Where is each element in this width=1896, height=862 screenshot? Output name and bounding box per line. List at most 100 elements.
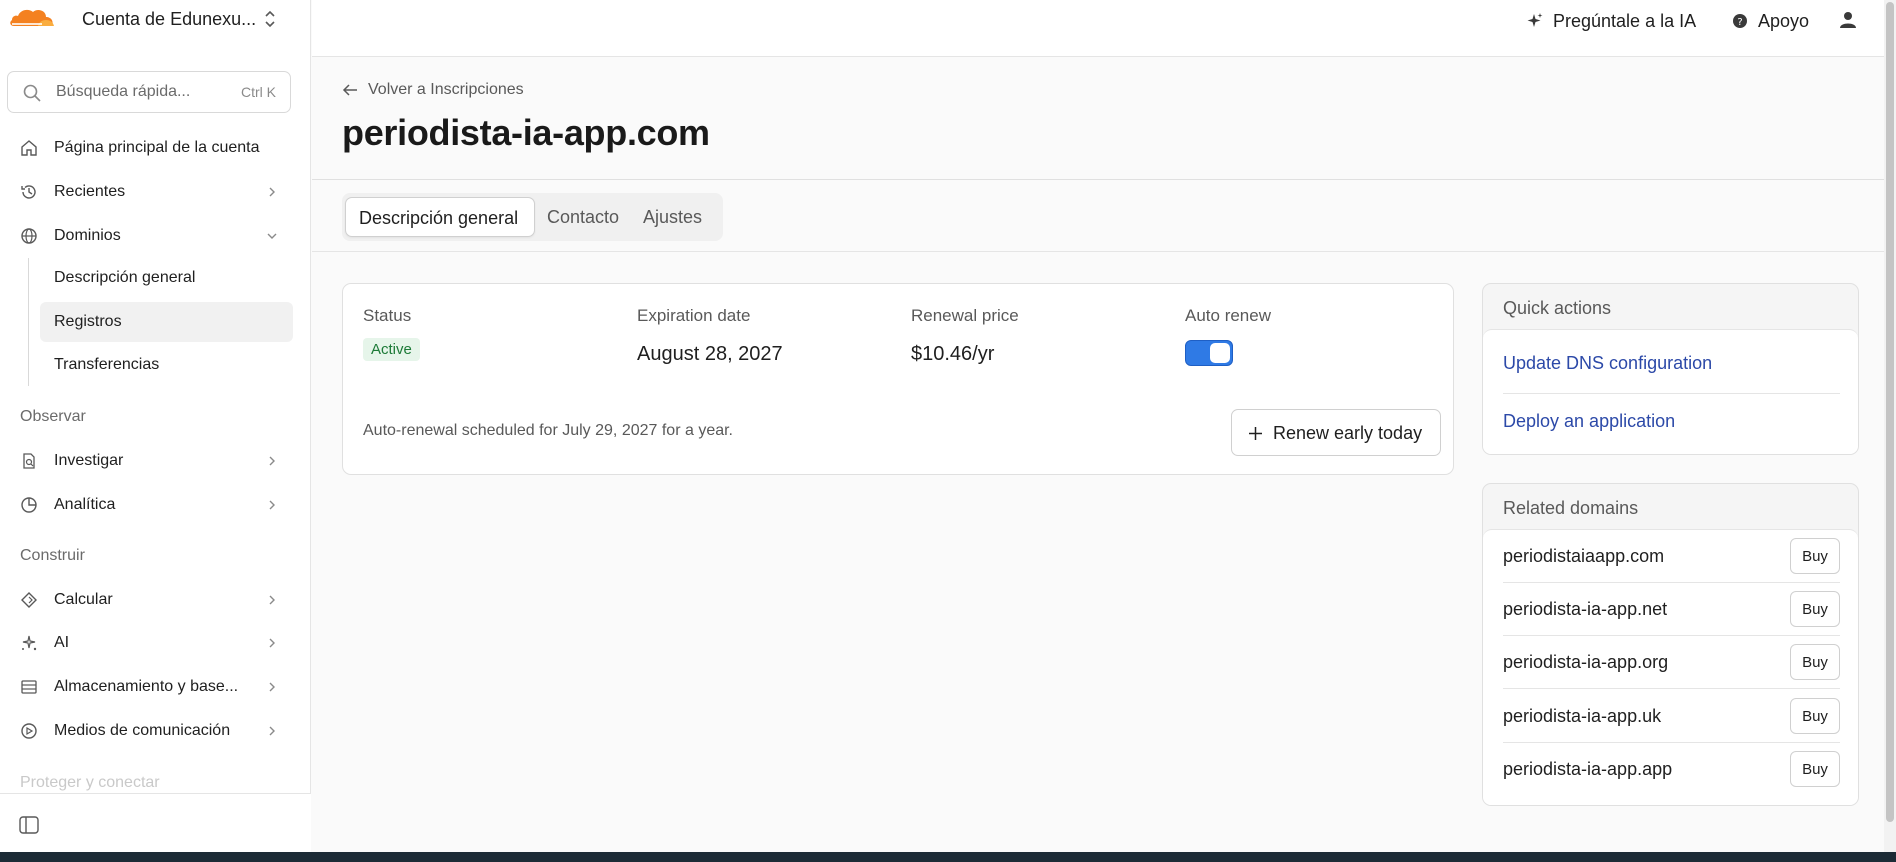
- buy-button[interactable]: Buy: [1790, 751, 1840, 787]
- globe-icon: [21, 228, 37, 244]
- quick-search[interactable]: Ctrl K: [7, 71, 291, 113]
- sidebar-item-domains[interactable]: Dominios: [7, 216, 293, 256]
- sidebar-subitem-registrations[interactable]: Registros: [40, 302, 293, 342]
- sparkle-icon: [1527, 13, 1543, 27]
- sidebar-item-storage[interactable]: Almacenamiento y base...: [7, 667, 293, 707]
- home-icon: [21, 140, 37, 156]
- page-header: Volver a Inscripciones periodista-ia-app…: [312, 57, 1884, 180]
- sidebar-item-recent[interactable]: Recientes: [7, 172, 293, 212]
- expiration-value: August 28, 2027: [637, 343, 783, 365]
- sidebar-subitem-overview[interactable]: Descripción general: [40, 258, 293, 298]
- submenu-guide-line: [28, 258, 29, 386]
- chevron-right-icon: [269, 456, 275, 466]
- status-badge: Active: [363, 338, 420, 361]
- list-item: periodistaiaapp.com Buy: [1503, 530, 1840, 583]
- auto-renew-note: Auto-renewal scheduled for July 29, 2027…: [363, 422, 733, 439]
- auto-renew-toggle[interactable]: [1185, 340, 1233, 366]
- divider: [1503, 393, 1840, 394]
- back-link[interactable]: Volver a Inscripciones: [342, 81, 524, 99]
- ask-ai-button[interactable]: Pregúntale a la IA: [1526, 10, 1696, 32]
- buy-button[interactable]: Buy: [1790, 591, 1840, 627]
- tab-label: Ajustes: [643, 207, 703, 227]
- user-icon[interactable]: [1838, 10, 1858, 30]
- auto-renew-label: Auto renew: [1185, 306, 1271, 325]
- domain-name: periodista-ia-app.net: [1503, 599, 1668, 619]
- list-item: periodista-ia-app.uk Buy: [1503, 690, 1840, 743]
- sparkles-icon: [22, 635, 37, 651]
- list-item: periodista-ia-app.net Buy: [1503, 583, 1840, 636]
- sidebar-collapse-icon[interactable]: [19, 816, 39, 834]
- sidebar-item-ai[interactable]: AI: [7, 623, 293, 663]
- related-domains-panel: Related domains periodistaiaapp.com Buy …: [1482, 483, 1859, 806]
- tab-settings[interactable]: Ajustes: [633, 197, 719, 237]
- renewal-price-value: $10.46/yr: [911, 343, 995, 365]
- section-protect: Proteger y conectar: [20, 774, 160, 791]
- tab-overview[interactable]: Descripción general: [345, 197, 535, 237]
- arrow-left-icon: [342, 84, 357, 96]
- quick-actions-body: Update DNS configuration Deploy an appli…: [1483, 329, 1858, 454]
- buy-button[interactable]: Buy: [1790, 644, 1840, 680]
- chevron-down-icon: [267, 233, 277, 239]
- domain-name: periodista-ia-app.org: [1503, 652, 1669, 672]
- update-dns-link[interactable]: Update DNS configuration: [1503, 353, 1712, 374]
- chevron-up-down-icon[interactable]: [262, 8, 278, 30]
- database-icon: [21, 680, 37, 694]
- account-name: Cuenta de Edunexu...: [82, 9, 257, 29]
- compute-diamond-icon: [21, 592, 37, 608]
- sidebar-item-label: Página principal de la cuenta: [54, 139, 260, 156]
- toggle-knob: [1210, 343, 1230, 363]
- document-search-icon: [23, 453, 35, 469]
- quick-actions-panel: Quick actions Update DNS configuration D…: [1482, 283, 1859, 455]
- status-column: Status Active: [363, 306, 420, 361]
- sidebar-item-label: Calcular: [54, 591, 113, 608]
- chart-pie-icon: [21, 497, 37, 513]
- sidebar-item-media[interactable]: Medios de comunicación: [7, 711, 293, 751]
- tab-contact[interactable]: Contacto: [535, 197, 633, 237]
- sidebar-item-label: Transferencias: [54, 356, 160, 373]
- chevron-right-icon: [269, 682, 275, 692]
- sidebar-item-compute[interactable]: Calcular: [7, 580, 293, 620]
- sidebar-item-label: Descripción general: [54, 269, 196, 286]
- expiration-column: Expiration date August 28, 2027: [637, 306, 783, 366]
- buy-button[interactable]: Buy: [1790, 698, 1840, 734]
- renewal-price-column: Renewal price $10.46/yr: [911, 306, 1019, 366]
- related-domains-list: periodistaiaapp.com Buy periodista-ia-ap…: [1483, 529, 1858, 805]
- sidebar-item-label: Medios de comunicación: [54, 722, 231, 739]
- domain-name: periodista-ia-app.app: [1503, 759, 1673, 779]
- section-build: Construir: [20, 547, 85, 564]
- quick-actions-title: Quick actions: [1503, 298, 1612, 318]
- search-icon: [23, 84, 41, 102]
- chevron-right-icon: [269, 187, 275, 197]
- sidebar-subitem-transfers[interactable]: Transferencias: [40, 345, 293, 385]
- plus-icon: [1249, 427, 1262, 440]
- expiration-label: Expiration date: [637, 306, 751, 325]
- account-switcher[interactable]: Cuenta de Edunexu...: [0, 0, 311, 40]
- search-input[interactable]: [56, 80, 236, 104]
- sidebar-item-investigate[interactable]: Investigar: [7, 441, 293, 481]
- renew-early-button[interactable]: Renew early today: [1231, 409, 1441, 456]
- sidebar-item-home[interactable]: Página principal de la cuenta: [7, 128, 293, 168]
- chevron-right-icon: [269, 500, 275, 510]
- play-circle-icon: [21, 723, 37, 739]
- domain-name: periodista-ia-app.uk: [1503, 706, 1662, 726]
- support-button[interactable]: ? Apoyo: [1731, 10, 1809, 32]
- sidebar-item-label: AI: [54, 634, 70, 651]
- os-taskbar: [0, 852, 1896, 862]
- sidebar-item-label: Almacenamiento y base...: [54, 678, 239, 695]
- renewal-price-label: Renewal price: [911, 306, 1019, 325]
- buy-button[interactable]: Buy: [1790, 538, 1840, 574]
- page-title: periodista-ia-app.com: [342, 112, 710, 153]
- renew-early-label: Renew early today: [1273, 423, 1423, 443]
- section-observe: Observar: [20, 408, 86, 425]
- deploy-application-link[interactable]: Deploy an application: [1503, 411, 1675, 432]
- sidebar: Cuenta de Edunexu... Ctrl K Página princ…: [0, 0, 311, 852]
- auto-renew-column: Auto renew: [1185, 306, 1271, 366]
- sidebar-item-analytics[interactable]: Analítica: [7, 485, 293, 525]
- page-scrollbar[interactable]: [1884, 0, 1896, 852]
- chevron-right-icon: [269, 638, 275, 648]
- sidebar-item-label: Recientes: [54, 183, 126, 200]
- scrollbar-thumb[interactable]: [1886, 2, 1894, 822]
- cloudflare-logo-icon: [10, 9, 54, 26]
- list-item: periodista-ia-app.app Buy: [1503, 743, 1840, 796]
- sidebar-item-label: Investigar: [54, 452, 124, 469]
